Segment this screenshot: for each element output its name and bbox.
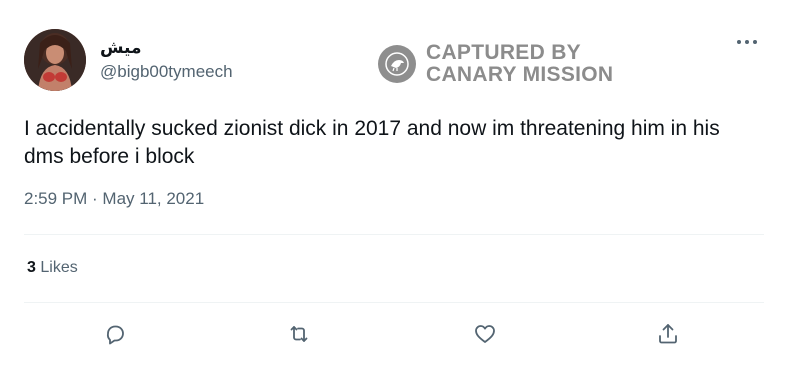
user-handle[interactable]: @bigb00tymeech <box>100 62 233 82</box>
tweet-timestamp[interactable]: 2:59 PM · May 11, 2021 <box>24 189 204 209</box>
retweet-icon[interactable] <box>284 319 314 349</box>
share-icon[interactable] <box>653 319 683 349</box>
canary-logo-icon <box>378 45 416 83</box>
tweet-text: I accidentally sucked zionist dick in 20… <box>24 117 720 168</box>
watermark-text: CAPTURED BY CANARY MISSION <box>426 42 613 86</box>
display-name[interactable]: ميش <box>100 38 142 58</box>
watermark-line2: CANARY MISSION <box>426 63 614 86</box>
reply-icon[interactable] <box>100 319 130 349</box>
divider <box>24 234 764 235</box>
likes-number: 3 <box>27 259 36 276</box>
likes-label: Likes <box>40 259 78 276</box>
heart-icon[interactable] <box>470 319 500 349</box>
avatar-image <box>24 29 86 91</box>
divider <box>24 302 764 303</box>
likes-count[interactable]: 3 Likes <box>27 259 78 277</box>
more-horizontal-icon[interactable] <box>732 32 762 52</box>
watermark: CAPTURED BY CANARY MISSION <box>378 42 613 86</box>
watermark-line1: CAPTURED BY <box>426 41 581 64</box>
avatar[interactable] <box>24 29 86 91</box>
tweet-card: ميش @bigb00tymeech CAPTURED BY CANARY MI… <box>0 0 800 374</box>
